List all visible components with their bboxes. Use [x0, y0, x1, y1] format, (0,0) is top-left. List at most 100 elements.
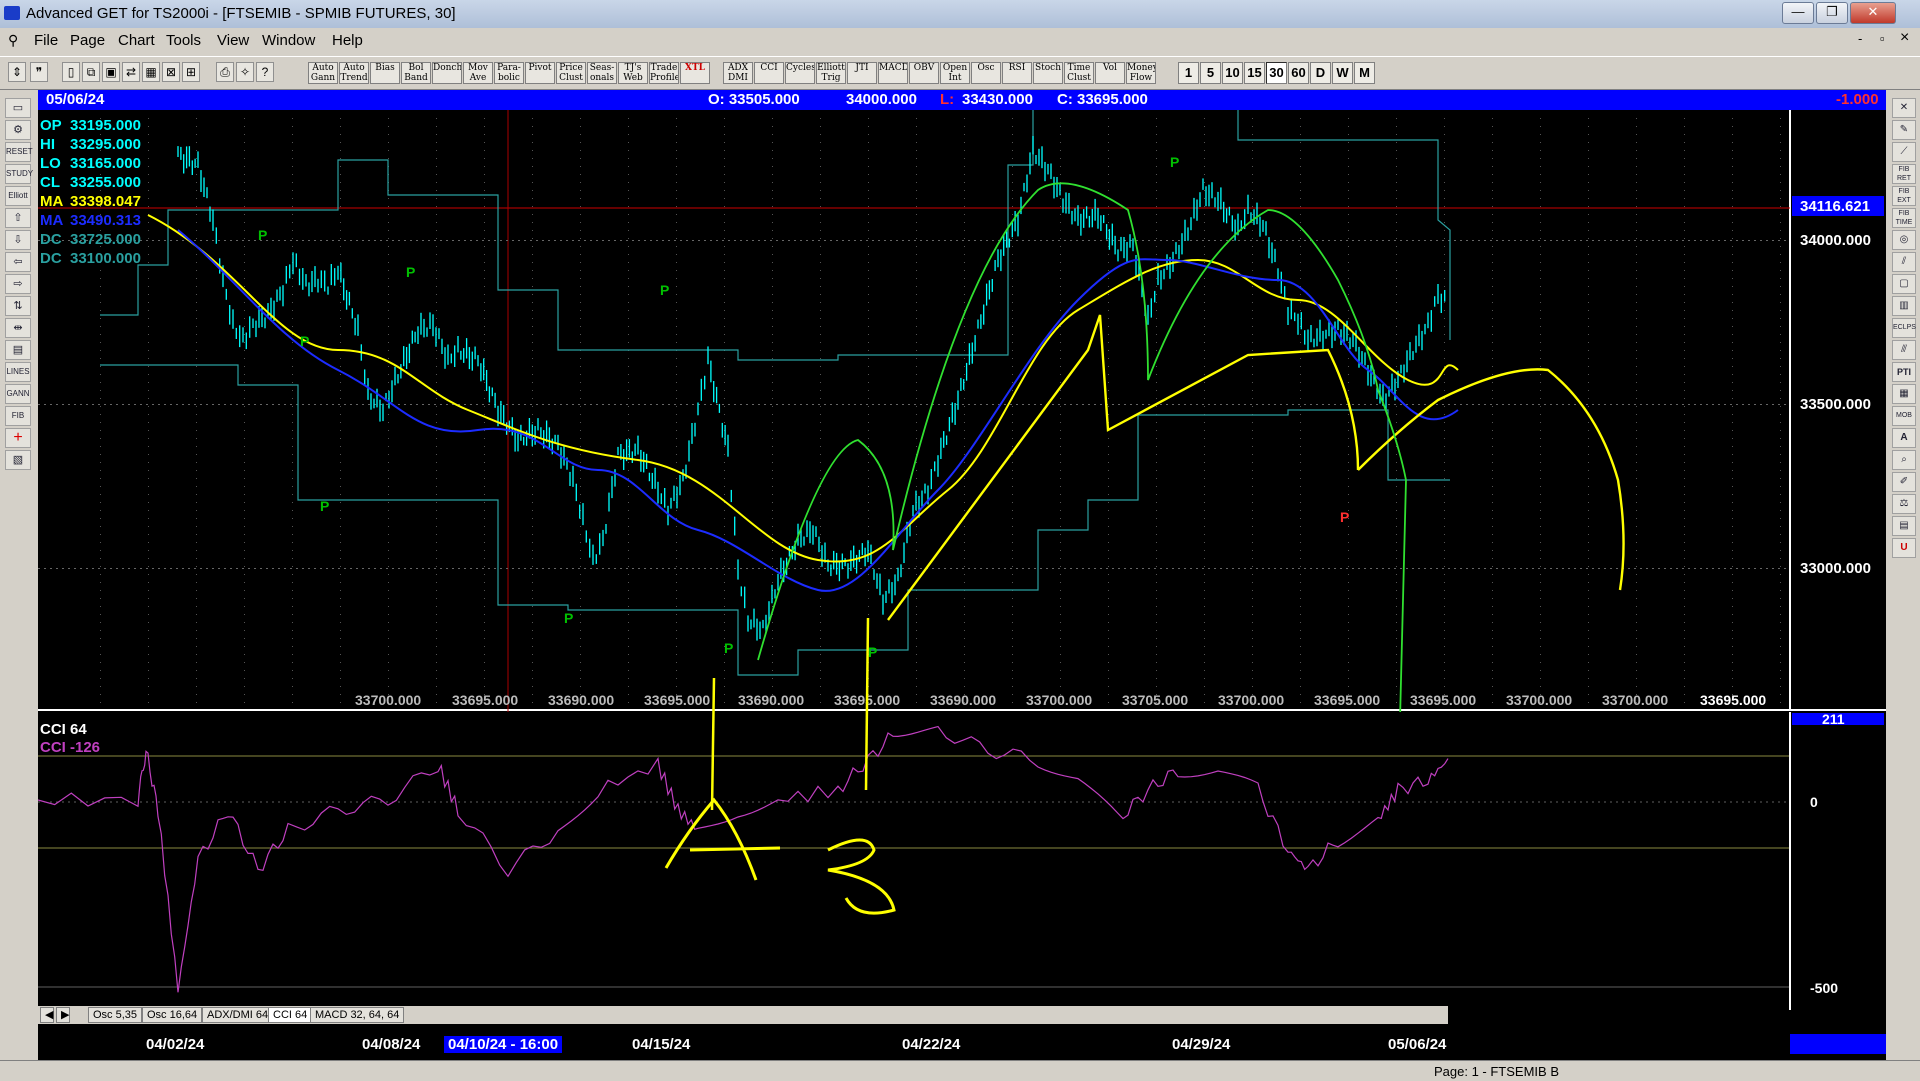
tab-cci-64[interactable]: CCI 64 — [268, 1007, 313, 1023]
gann-icon[interactable]: GANN — [5, 384, 31, 404]
maximize-button[interactable]: ❐ — [1816, 2, 1848, 24]
elliott-icon[interactable]: Elliott — [5, 186, 31, 206]
menu-view[interactable]: View — [217, 32, 249, 49]
fib-time-icon[interactable]: FIB TIME — [1892, 208, 1916, 228]
study-button-price-clust[interactable]: Price Clust — [556, 62, 586, 84]
channel-icon[interactable]: ▥ — [1892, 296, 1916, 316]
mob-icon[interactable]: MOB — [1892, 406, 1916, 426]
tab-macd[interactable]: MACD 32, 64, 64 — [310, 1007, 405, 1023]
window-icon[interactable]: ▣ — [102, 62, 120, 82]
study-button-para-bolic[interactable]: Para-bolic — [494, 62, 524, 84]
fib-icon[interactable]: FIB — [5, 406, 31, 426]
study-button-xtl[interactable]: XTL — [680, 62, 710, 84]
study-button-open-int[interactable]: Open Int — [940, 62, 970, 84]
tab-osc-5-35[interactable]: Osc 5,35 — [88, 1007, 143, 1023]
fib-ret-icon[interactable]: FIB RET — [1892, 164, 1916, 184]
study-button-pivot[interactable]: Pivot — [525, 62, 555, 84]
study-button-osc[interactable]: Osc — [971, 62, 1001, 84]
menu-tools[interactable]: Tools — [166, 32, 201, 49]
mdi-minimize-button[interactable]: - — [1858, 31, 1862, 46]
study-button-cycles[interactable]: Cycles — [785, 62, 815, 84]
study-button-tj-s-web[interactable]: TJ's Web — [618, 62, 648, 84]
timeframe-15[interactable]: 15 — [1244, 62, 1265, 84]
timeframe-W[interactable]: W — [1332, 62, 1353, 84]
trendline-icon[interactable]: ⟋ — [1892, 142, 1916, 162]
tile-icon[interactable]: ⊞ — [182, 62, 200, 82]
bike-icon[interactable]: ⚙ — [5, 120, 31, 140]
study-button-cci[interactable]: CCI — [754, 62, 784, 84]
copy-icon[interactable]: ⧉ — [82, 62, 100, 82]
study-button-seas-onals[interactable]: Seas-onals — [587, 62, 617, 84]
study-button-bol-band[interactable]: Bol Band — [401, 62, 431, 84]
chart-canvas[interactable]: PPPPPPP PPP OP 33195.000HI 33295.000LO 33165… — [37, 99, 1886, 1060]
grid-tool-icon[interactable]: ▦ — [1892, 384, 1916, 404]
timeframe-1[interactable]: 1 — [1178, 62, 1199, 84]
crosshair-icon[interactable]: + — [5, 428, 31, 448]
chart-area[interactable]: PPPPPPPPPP OP 33195.000 HI 33295.000 LO 33165… — [37, 99, 1886, 1060]
timeframe-60[interactable]: 60 — [1288, 62, 1309, 84]
menu-help[interactable]: Help — [332, 32, 363, 49]
menu-window[interactable]: Window — [262, 32, 315, 49]
arrow-up-icon[interactable]: ⇧ — [5, 208, 31, 228]
properties-icon[interactable]: ▧ — [5, 450, 31, 470]
new-page-icon[interactable]: ▯ — [62, 62, 80, 82]
study-button-vol[interactable]: Vol — [1095, 62, 1125, 84]
tab-scroll-right-icon[interactable]: ▶ — [56, 1007, 70, 1023]
grid-icon[interactable]: ▦ — [142, 62, 160, 82]
grid-view-icon[interactable]: ▤ — [5, 340, 31, 360]
layers-icon[interactable]: ▤ — [1892, 516, 1916, 536]
tab-scroll-left-icon[interactable]: ◀ — [40, 1007, 54, 1023]
cross-icon[interactable]: ⊠ — [162, 62, 180, 82]
study-button-money-flow[interactable]: Money Flow — [1126, 62, 1156, 84]
text-tool-icon[interactable]: A — [1892, 428, 1916, 448]
menu-page[interactable]: Page — [70, 32, 105, 49]
timeframe-5[interactable]: 5 — [1200, 62, 1221, 84]
study-button-auto-trend[interactable]: Auto Trend — [339, 62, 369, 84]
timeframe-M[interactable]: M — [1354, 62, 1375, 84]
eclipse-icon[interactable]: ECLPS — [1892, 318, 1916, 338]
fib-ext-icon[interactable]: FIB EXT — [1892, 186, 1916, 206]
study-button-bias[interactable]: Bias — [370, 62, 400, 84]
timeframe-D[interactable]: D — [1310, 62, 1331, 84]
timeframe-30[interactable]: 30 — [1266, 62, 1287, 84]
bar-spacing-icon[interactable]: ⇅ — [5, 296, 31, 316]
menu-file[interactable]: File — [34, 32, 58, 49]
lightbulb-icon[interactable]: ✧ — [236, 62, 254, 82]
lines-icon[interactable]: LINES — [5, 362, 31, 382]
tab-adx-dmi-64[interactable]: ADX/DMI 64 — [202, 1007, 274, 1023]
study-button-elliott-trig[interactable]: Elliott Trig — [816, 62, 846, 84]
arrow-right-icon[interactable]: ⇨ — [5, 274, 31, 294]
arrow-left-icon[interactable]: ⇦ — [5, 252, 31, 272]
study-icon[interactable]: STUDY — [5, 164, 33, 184]
ellipse-icon[interactable]: ◎ — [1892, 230, 1916, 250]
study-button-trade-profile[interactable]: Trade Profile — [649, 62, 679, 84]
reset-icon[interactable]: RESET — [5, 142, 33, 162]
menu-chart[interactable]: Chart — [118, 32, 155, 49]
fan-icon[interactable]: ⫽ — [1892, 252, 1916, 272]
study-button-mov-ave[interactable]: Mov Ave — [463, 62, 493, 84]
study-button-adx-dmi[interactable]: ADX DMI — [723, 62, 753, 84]
study-button-stoch[interactable]: Stoch — [1033, 62, 1063, 84]
tab-osc-16-64[interactable]: Osc 16,64 — [142, 1007, 203, 1023]
minimize-button[interactable]: — — [1782, 2, 1814, 24]
quote-icon[interactable]: ❞ — [30, 62, 48, 82]
help-icon[interactable]: ? — [256, 62, 274, 82]
study-button-rsi[interactable]: RSI — [1002, 62, 1032, 84]
mdi-restore-button[interactable]: ▫ — [1880, 31, 1885, 46]
folder-icon[interactable]: ▭ — [5, 98, 31, 118]
study-button-auto-gann[interactable]: Auto Gann — [308, 62, 338, 84]
box-icon[interactable]: ▢ — [1892, 274, 1916, 294]
zoom-icon[interactable]: ⌕ — [1892, 450, 1916, 470]
ruler-icon[interactable]: ⚖ — [1892, 494, 1916, 514]
arrows-icon[interactable]: ⇄ — [122, 62, 140, 82]
study-button-jti[interactable]: JTI — [847, 62, 877, 84]
close-button[interactable]: ✕ — [1850, 2, 1896, 24]
pti-icon[interactable]: PTI — [1892, 362, 1916, 382]
study-button-time-clust[interactable]: Time Clust — [1064, 62, 1094, 84]
study-button-obv[interactable]: OBV — [909, 62, 939, 84]
arrow-down-icon[interactable]: ⇩ — [5, 230, 31, 250]
pencil-icon[interactable]: ✎ — [1892, 120, 1916, 140]
timeframe-10[interactable]: 10 — [1222, 62, 1243, 84]
study-button-macd[interactable]: MACD — [878, 62, 908, 84]
mdi-close-button[interactable]: × — [1900, 29, 1909, 47]
